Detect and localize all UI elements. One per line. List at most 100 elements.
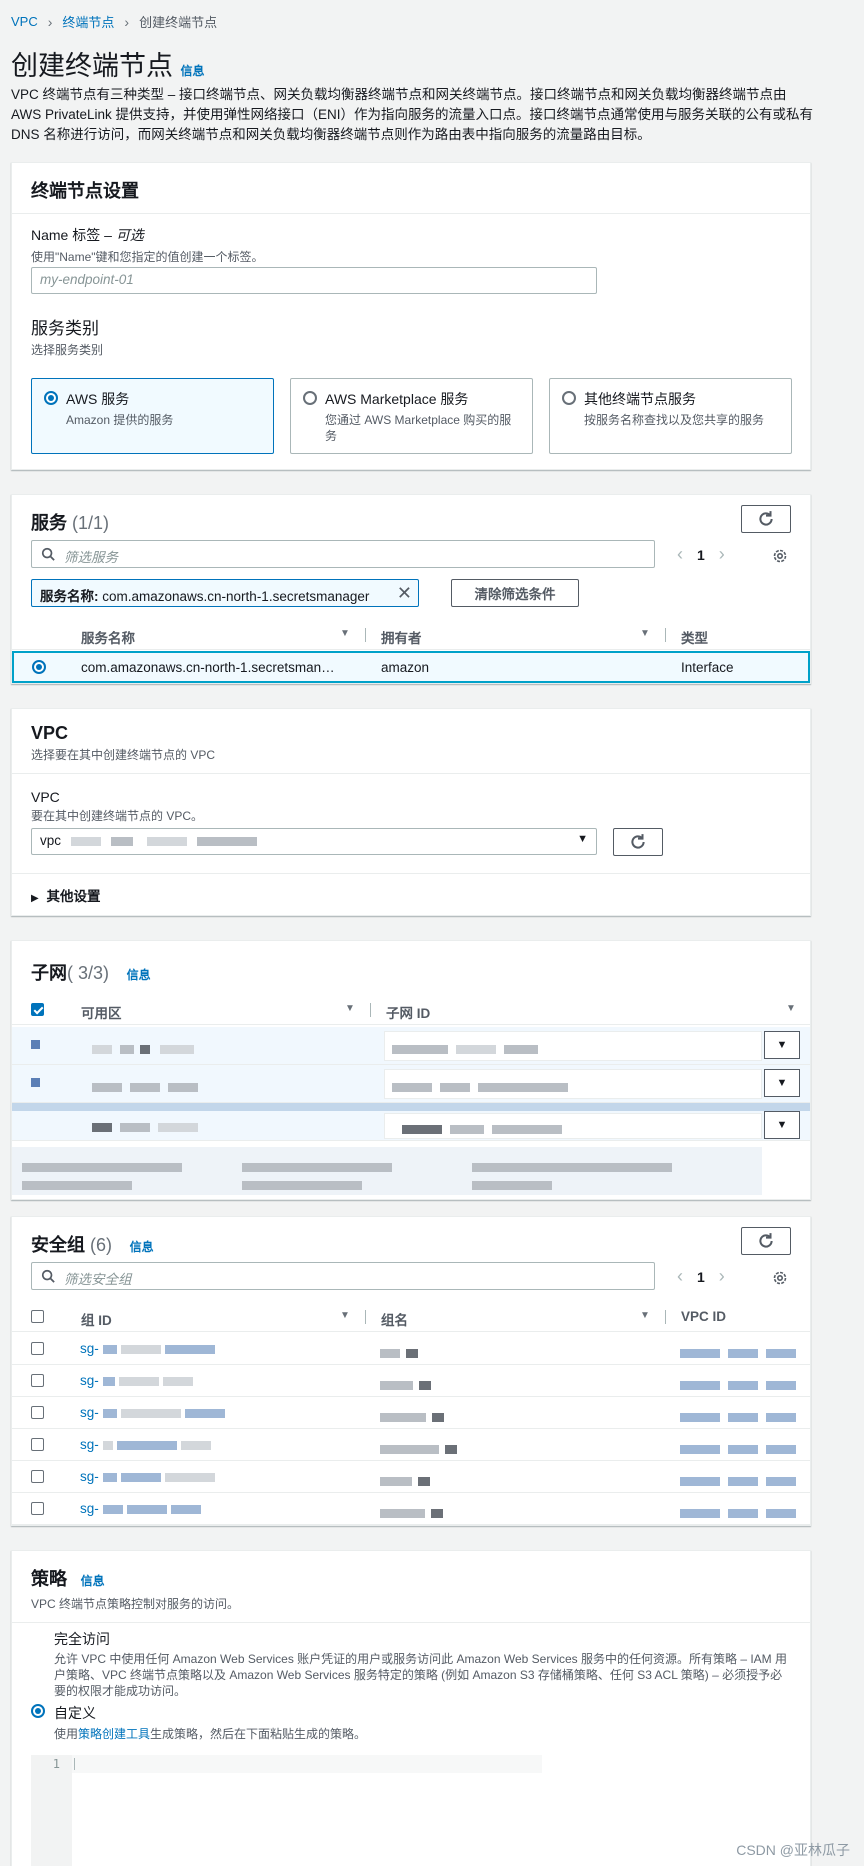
security-group-vpc-id (680, 1473, 796, 1488)
security-group-vpc-id (680, 1441, 796, 1456)
gear-icon[interactable] (772, 548, 788, 564)
info-link[interactable]: 信息 (130, 1240, 154, 1254)
section-title: 终端节点设置 (31, 181, 139, 201)
custom-desc: 使用策略创建工具生成策略，然后在下面粘贴生成的策略。 (54, 1727, 367, 1741)
category-label: 服务类别 (31, 319, 99, 338)
column-header[interactable]: 组 ID (81, 1309, 112, 1329)
security-group-name (380, 1409, 444, 1424)
table-row[interactable]: sg- (12, 1493, 810, 1525)
breadcrumb-endpoints[interactable]: 终端节点 (62, 12, 114, 31)
service-type: Interface (681, 660, 734, 675)
section-title: VPC (31, 723, 69, 743)
refresh-button[interactable] (613, 828, 663, 856)
table-row[interactable]: ▼ (12, 1027, 810, 1065)
row-checkbox[interactable] (31, 1502, 44, 1515)
refresh-icon (759, 511, 773, 526)
table-row[interactable]: sg- (12, 1333, 810, 1365)
row-checkbox[interactable] (31, 1374, 44, 1387)
column-header[interactable]: VPC ID (681, 1309, 726, 1324)
refresh-icon (759, 1233, 773, 1248)
pagination: ‹ 1 › (677, 1266, 725, 1287)
prev-page-icon[interactable]: ‹ (677, 1266, 683, 1287)
security-group-id[interactable]: sg- (80, 1405, 225, 1420)
table-row[interactable]: ▼ (12, 1065, 810, 1103)
chevron-down-icon: ▼ (577, 833, 588, 845)
info-link[interactable]: 信息 (81, 1574, 105, 1588)
column-header[interactable]: 子网 ID (386, 1002, 430, 1022)
chevron-down-icon[interactable]: ▼ (764, 1031, 800, 1059)
tile-marketplace-service[interactable]: AWS Marketplace 服务 您通过 AWS Marketplace 购… (290, 378, 533, 454)
breadcrumb-vpc[interactable]: VPC (11, 14, 38, 29)
sort-icon[interactable]: ▼ (345, 1003, 355, 1014)
row-checkbox[interactable] (31, 1470, 44, 1483)
tile-title: AWS Marketplace 服务 (325, 391, 469, 407)
name-tag-input[interactable]: my-endpoint-01 (31, 267, 597, 294)
select-all-checkbox[interactable] (31, 1003, 44, 1016)
prev-page-icon[interactable]: ‹ (677, 544, 683, 565)
policy-editor[interactable] (72, 1755, 542, 1773)
caret-right-icon: ▶ (31, 893, 39, 904)
select-all-checkbox[interactable] (31, 1310, 44, 1323)
page-title-text: 创建终端节点 (11, 51, 173, 81)
row-checkbox[interactable] (31, 1342, 44, 1355)
column-header[interactable]: 服务名称 (81, 627, 135, 647)
column-header[interactable]: 拥有者 (381, 627, 422, 647)
table-row[interactable]: sg- (12, 1429, 810, 1461)
sort-icon[interactable]: ▼ (340, 1310, 350, 1321)
radio-aws-service[interactable] (44, 391, 58, 405)
page-title: 创建终端节点 信息 (11, 44, 205, 83)
tile-aws-service[interactable]: AWS 服务 Amazon 提供的服务 (31, 378, 274, 454)
next-page-icon[interactable]: › (719, 544, 725, 565)
refresh-button[interactable] (741, 505, 791, 533)
table-row[interactable]: ▼ (12, 1103, 810, 1141)
radio-full-access[interactable] (31, 1704, 45, 1718)
sort-icon[interactable]: ▼ (640, 628, 650, 639)
additional-settings-toggle[interactable]: ▶ 其他设置 (31, 885, 100, 905)
row-checkbox[interactable] (31, 1438, 44, 1451)
policy-generator-link[interactable]: 策略创建工具 (78, 1727, 150, 1741)
security-group-id[interactable]: sg- (80, 1501, 201, 1516)
sort-icon[interactable]: ▼ (340, 628, 350, 639)
tile-title: AWS 服务 (66, 391, 130, 407)
column-header[interactable]: 可用区 (81, 1002, 122, 1022)
security-group-id[interactable]: sg- (80, 1437, 211, 1452)
column-header[interactable]: 组名 (381, 1309, 408, 1329)
section-desc: 选择要在其中创建终端节点的 VPC (31, 748, 216, 762)
gear-icon[interactable] (772, 1270, 788, 1286)
services-search-input[interactable]: 筛选服务 (31, 540, 655, 568)
security-groups-search-input[interactable]: 筛选安全组 (31, 1262, 655, 1290)
services-panel: 服务 (1/1) 筛选服务 ‹ 1 › 服务名称: com.amazonaws.… (11, 494, 811, 684)
row-checkbox[interactable] (31, 1406, 44, 1419)
panel-header: VPC 选择要在其中创建终端节点的 VPC (12, 709, 810, 774)
endpoint-settings-panel: 终端节点设置 Name 标签 – 可选 使用"Name"键和您指定的值创建一个标… (11, 162, 811, 470)
column-header[interactable]: 类型 (681, 627, 708, 647)
refresh-button[interactable] (741, 1227, 791, 1255)
security-group-id[interactable]: sg- (80, 1469, 215, 1484)
chevron-down-icon[interactable]: ▼ (764, 1111, 800, 1139)
page-number[interactable]: 1 (697, 1269, 705, 1285)
vpc-select[interactable]: vpc ▼ (31, 828, 597, 855)
chevron-right-icon: › (47, 13, 53, 30)
table-row[interactable]: sg- (12, 1461, 810, 1493)
radio-other[interactable] (562, 391, 576, 405)
service-name: com.amazonaws.cn-north-1.secretsman… (81, 660, 335, 675)
next-page-icon[interactable]: › (719, 1266, 725, 1287)
chevron-down-icon[interactable]: ▼ (764, 1069, 800, 1097)
page-intro: VPC 终端节点有三种类型 – 接口终端节点、网关负载均衡器终端节点和网关终端节… (11, 87, 814, 142)
sort-icon[interactable]: ▼ (786, 1003, 796, 1014)
security-group-id[interactable]: sg- (80, 1341, 215, 1356)
sort-icon[interactable]: ▼ (640, 1310, 650, 1321)
close-icon[interactable]: ✕ (397, 583, 412, 604)
table-row[interactable]: com.amazonaws.cn-north-1.secretsman… ama… (12, 651, 810, 683)
info-link[interactable]: 信息 (127, 968, 151, 982)
info-link[interactable]: 信息 (181, 64, 205, 78)
tile-other-service[interactable]: 其他终端节点服务 按服务名称查找以及您共享的服务 (549, 378, 792, 454)
chevron-right-icon: › (124, 13, 130, 30)
table-row[interactable]: sg- (12, 1365, 810, 1397)
page-number[interactable]: 1 (697, 547, 705, 563)
table-row[interactable]: sg- (12, 1397, 810, 1429)
radio-marketplace[interactable] (303, 391, 317, 405)
security-group-id[interactable]: sg- (80, 1373, 193, 1388)
row-radio[interactable] (32, 660, 46, 674)
clear-filters-button[interactable]: 清除筛选条件 (451, 579, 579, 607)
